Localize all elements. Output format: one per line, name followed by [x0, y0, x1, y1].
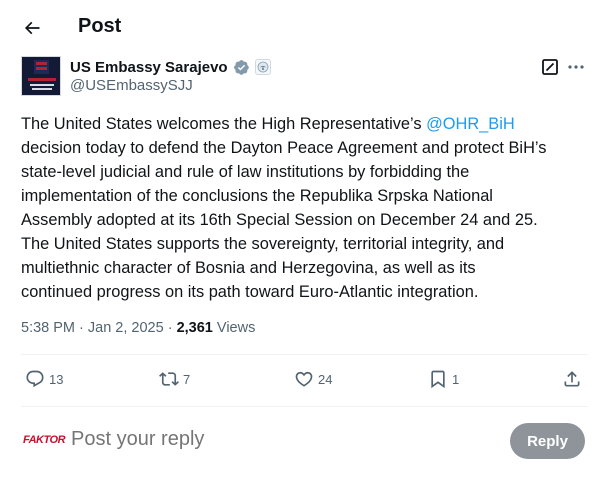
post-header: Post [0, 0, 609, 56]
post-text-line: decision today to defend the Dayton Peac… [21, 139, 547, 157]
views-count: 2,361 [176, 320, 213, 336]
views-label: Views [212, 320, 256, 336]
post-text-line: The United States welcomes the High Repr… [21, 115, 515, 133]
share-icon [564, 371, 580, 387]
bookmark-count: 1 [452, 371, 460, 387]
us-government-affiliate-icon[interactable] [254, 59, 271, 75]
bookmark-icon [431, 370, 445, 389]
reply-icon [26, 370, 44, 388]
like-action[interactable]: 24 [294, 369, 332, 389]
government-verified-badge-icon[interactable] [233, 59, 250, 76]
page-title: Post [78, 15, 122, 37]
post-text: The United States welcomes the High Repr… [21, 112, 596, 304]
arrow-left-icon [24, 21, 40, 35]
bookmark-action[interactable]: 1 [428, 369, 459, 389]
heart-icon [295, 371, 313, 387]
post-text-line: state-level judicial and rule of law ins… [21, 163, 470, 181]
back-button[interactable] [14, 10, 50, 46]
mention-link[interactable]: @OHR_BiH [426, 115, 515, 133]
share-action[interactable] [562, 369, 582, 389]
post-date[interactable]: Jan 2, 2025 [88, 320, 164, 336]
reply-button[interactable]: Reply [510, 423, 585, 459]
author-name-row: US Embassy Sarajevo [70, 57, 271, 77]
reply-action[interactable]: 13 [25, 369, 63, 389]
author-handle[interactable]: @USEmbassySJJ [70, 77, 193, 94]
author-display-name[interactable]: US Embassy Sarajevo [70, 59, 228, 76]
user-avatar-logo[interactable]: FAKTOR [23, 434, 66, 446]
reply-composer: FAKTOR Reply [0, 418, 609, 468]
embassy-seal-logo [34, 60, 49, 74]
more-options-button[interactable] [566, 58, 586, 76]
post-text-line: implementation of the conclusions the Re… [21, 187, 493, 205]
like-count: 24 [318, 371, 333, 387]
grok-button[interactable] [541, 58, 559, 76]
author-avatar[interactable] [21, 56, 61, 96]
post-text-line: Assembly adopted at its 16th Special Ses… [21, 211, 538, 229]
repost-icon [159, 372, 179, 386]
divider [21, 406, 588, 407]
more-horizontal-icon [568, 65, 584, 69]
reply-count: 13 [49, 371, 64, 387]
divider [21, 354, 588, 355]
post-text-line: The United States supports the sovereign… [21, 235, 505, 253]
reply-input[interactable] [71, 428, 491, 451]
repost-count: 7 [183, 371, 191, 387]
post-time[interactable]: 5:38 PM [21, 320, 75, 336]
post-text-line: multiethnic character of Bosnia and Herz… [21, 259, 476, 277]
repost-action[interactable]: 7 [159, 369, 190, 389]
post-meta: 5:38 PM · Jan 2, 2025 · 2,361 Views [21, 320, 256, 336]
grok-icon [542, 59, 558, 75]
post-text-line: continued progress on its path toward Eu… [21, 283, 479, 301]
post-actions: 13 7 24 1 [21, 360, 588, 400]
